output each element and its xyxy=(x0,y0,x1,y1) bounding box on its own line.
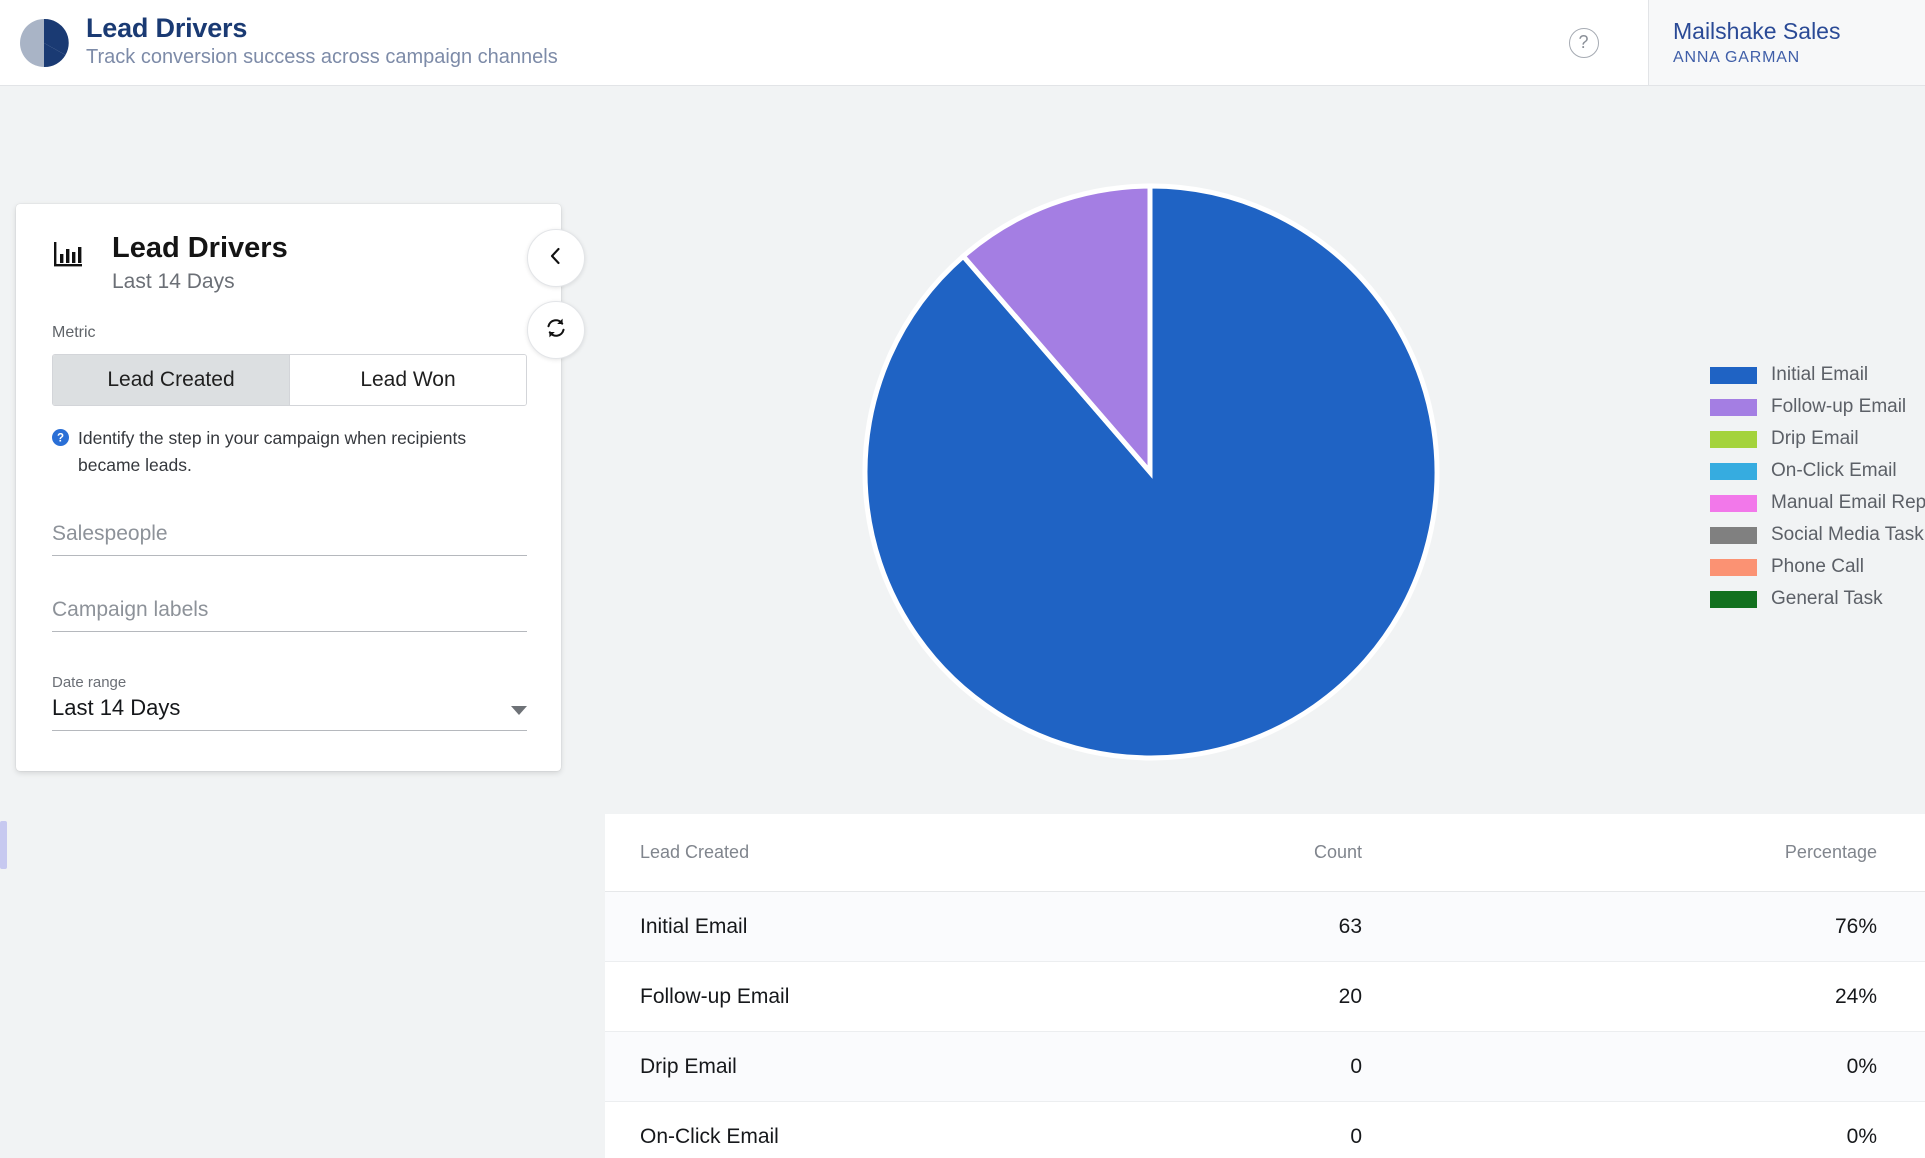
legend-swatch xyxy=(1710,366,1757,384)
help-button[interactable]: ? xyxy=(1519,0,1649,85)
chart-legend: Initial Email Follow-up Email Drip Email… xyxy=(1710,364,1925,610)
metric-hint: ? Identify the step in your campaign whe… xyxy=(52,425,527,478)
date-range-value: Last 14 Days xyxy=(52,695,181,721)
column-header-name: Lead Created xyxy=(640,842,750,862)
page-subtitle: Track conversion success across campaign… xyxy=(86,46,558,69)
metric-label: Metric xyxy=(52,324,96,342)
date-range-field[interactable]: Date range Last 14 Days xyxy=(52,674,527,732)
legend-item[interactable]: On-Click Email xyxy=(1710,460,1925,482)
legend-label: Phone Call xyxy=(1771,556,1864,577)
filter-panel-subtitle: Last 14 Days xyxy=(112,270,235,294)
account-org-name: Mailshake Sales xyxy=(1673,18,1841,45)
filter-panel-title: Lead Drivers xyxy=(112,232,288,264)
cell-name: Drip Email xyxy=(640,1054,737,1078)
question-mark-icon: ? xyxy=(1568,27,1599,58)
pie-chart-icon xyxy=(18,17,70,69)
legend-label: Social Media Task xyxy=(1771,524,1924,545)
refresh-icon xyxy=(544,316,568,345)
legend-swatch xyxy=(1710,590,1757,608)
campaign-labels-field[interactable]: Campaign labels xyxy=(52,598,527,633)
legend-item[interactable]: Follow-up Email xyxy=(1710,396,1925,418)
help-circle-icon: ? xyxy=(52,429,69,478)
table-header-row: Lead Created Count Percentage xyxy=(605,814,1925,892)
legend-label: Drip Email xyxy=(1771,428,1859,449)
campaign-labels-placeholder: Campaign labels xyxy=(52,598,209,622)
legend-label: Initial Email xyxy=(1771,364,1869,385)
legend-label: Manual Email Reply xyxy=(1771,492,1925,513)
legend-label: On-Click Email xyxy=(1771,460,1897,481)
table-row[interactable]: Follow-up Email 20 24% xyxy=(605,962,1925,1032)
legend-item[interactable]: General Task xyxy=(1710,588,1925,610)
header-right-region: ? Mailshake Sales ANNA GARMAN xyxy=(1519,0,1925,85)
cell-name: Initial Email xyxy=(640,914,748,938)
legend-swatch xyxy=(1710,398,1757,416)
legend-label: General Task xyxy=(1771,588,1883,609)
cell-count: 20 xyxy=(1338,984,1362,1008)
cell-count: 63 xyxy=(1338,914,1362,938)
legend-swatch xyxy=(1710,526,1757,544)
scroll-indicator[interactable] xyxy=(0,821,7,869)
page-title: Lead Drivers xyxy=(86,12,248,43)
cell-pct: 0% xyxy=(1846,1054,1877,1078)
table-row[interactable]: On-Click Email 0 0% xyxy=(605,1102,1925,1158)
cell-name: Follow-up Email xyxy=(640,984,790,1008)
legend-item[interactable]: Social Media Task xyxy=(1710,524,1925,546)
cell-pct: 0% xyxy=(1846,1124,1877,1148)
filter-panel: Lead Drivers Last 14 Days Metric Lead Cr… xyxy=(16,204,561,772)
tab-lead-won[interactable]: Lead Won xyxy=(289,355,526,406)
legend-swatch xyxy=(1710,462,1757,480)
cell-count: 0 xyxy=(1350,1054,1362,1078)
legend-label: Follow-up Email xyxy=(1771,396,1907,417)
cell-count: 0 xyxy=(1350,1124,1362,1148)
chart-region: Initial Email Follow-up Email Drip Email… xyxy=(575,182,1925,782)
metric-toggle-group: Lead Created Lead Won xyxy=(52,354,527,407)
metric-hint-text: Identify the step in your campaign when … xyxy=(78,428,467,475)
filter-panel-header: Lead Drivers Last 14 Days xyxy=(52,230,527,294)
account-user-name: ANNA GARMAN xyxy=(1673,48,1801,66)
table-row[interactable]: Initial Email 63 76% xyxy=(605,892,1925,962)
brand-block: Lead Drivers Track conversion success ac… xyxy=(0,12,558,71)
legend-item[interactable]: Manual Email Reply xyxy=(1710,492,1925,514)
caret-down-icon[interactable] xyxy=(511,706,527,716)
account-menu[interactable]: Mailshake Sales ANNA GARMAN xyxy=(1649,0,1925,85)
legend-item[interactable]: Drip Email xyxy=(1710,428,1925,450)
chevron-left-icon xyxy=(544,244,568,273)
legend-item[interactable]: Phone Call xyxy=(1710,556,1925,578)
legend-swatch xyxy=(1710,430,1757,448)
salespeople-placeholder: Salespeople xyxy=(52,522,168,546)
page-body: Lead Drivers Last 14 Days Metric Lead Cr… xyxy=(0,86,1925,1158)
svg-text:?: ? xyxy=(57,433,64,445)
cell-name: On-Click Email xyxy=(640,1124,779,1148)
cell-pct: 24% xyxy=(1834,984,1877,1008)
date-range-label: Date range xyxy=(52,674,127,692)
results-table: Lead Created Count Percentage Initial Em… xyxy=(605,814,1925,1158)
cell-pct: 76% xyxy=(1834,914,1877,938)
column-header-count: Count xyxy=(1313,842,1362,862)
app-header: Lead Drivers Track conversion success ac… xyxy=(0,0,1925,86)
legend-item[interactable]: Initial Email xyxy=(1710,364,1925,386)
table-row[interactable]: Drip Email 0 0% xyxy=(605,1032,1925,1102)
bar-chart-icon xyxy=(52,238,86,272)
column-header-pct: Percentage xyxy=(1784,842,1877,862)
pie-chart[interactable] xyxy=(860,182,1440,762)
tab-lead-created[interactable]: Lead Created xyxy=(53,355,289,406)
legend-swatch xyxy=(1710,494,1757,512)
legend-swatch xyxy=(1710,558,1757,576)
salespeople-field[interactable]: Salespeople xyxy=(52,522,527,557)
